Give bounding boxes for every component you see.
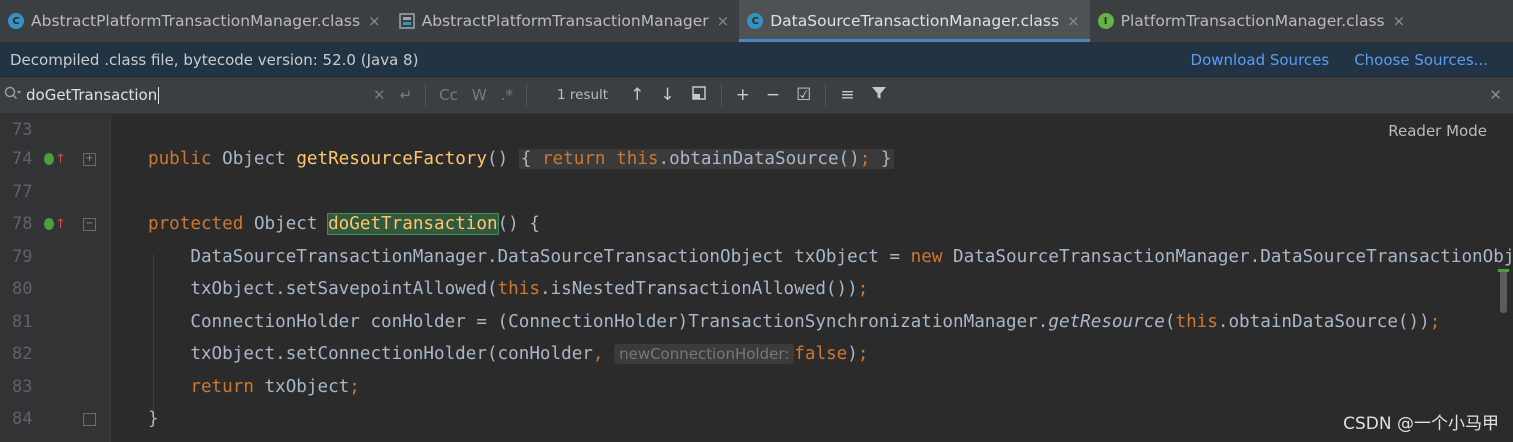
open-in-window-icon[interactable]: [691, 85, 707, 106]
code-text: public Object getResourceFactory() { ret…: [148, 149, 894, 169]
clear-search-icon[interactable]: ✕: [373, 86, 386, 104]
vertical-scrollbar[interactable]: [1500, 269, 1507, 313]
line-number: 74: [12, 149, 33, 169]
match-case-toggle[interactable]: Cc: [439, 86, 458, 104]
code-line: 73: [0, 114, 1513, 146]
close-search-icon[interactable]: ✕: [1489, 86, 1502, 104]
tab-label: AbstractPlatformTransactionManager.class: [31, 12, 361, 30]
search-query-text: doGetTransaction: [26, 86, 158, 104]
filter-icon[interactable]: [871, 85, 887, 106]
tab-label: DataSourceTransactionManager.class: [770, 12, 1060, 30]
code-line: 74 ↑ + public Object getResourceFactory(…: [0, 143, 1513, 175]
code-line: 77: [0, 176, 1513, 208]
search-in-selection-icon[interactable]: ≡: [840, 85, 854, 105]
code-line: 82 txObject.setConnectionHolder(conHolde…: [0, 338, 1513, 370]
line-number: 73: [12, 120, 33, 140]
code-line: 81 ConnectionHolder conHolder = (Connect…: [0, 306, 1513, 338]
decompiled-banner: Decompiled .class file, bytecode version…: [0, 43, 1513, 77]
line-number: 83: [12, 377, 33, 397]
tab-abstract-platform-transaction-manager[interactable]: AbstractPlatformTransactionManager ×: [391, 0, 740, 42]
line-number: 81: [12, 312, 33, 332]
interface-icon: I: [1097, 13, 1114, 29]
separator: [425, 84, 427, 106]
tab-platform-transaction-manager-class[interactable]: I PlatformTransactionManager.class ×: [1090, 0, 1416, 42]
line-number: 82: [12, 344, 33, 364]
expand-fold-icon[interactable]: +: [83, 152, 96, 166]
code-text: txObject.setConnectionHolder(conHolder, …: [148, 344, 869, 364]
code-line: 84 }: [0, 403, 1513, 435]
find-bar: doGetTransaction ✕ ↵ Cc W .* 1 result ↑ …: [0, 77, 1513, 114]
tab-label: PlatformTransactionManager.class: [1120, 12, 1385, 30]
text-caret: [158, 87, 160, 104]
line-number: 80: [12, 279, 33, 299]
collapse-fold-end-icon[interactable]: [83, 412, 96, 426]
implements-marker-icon[interactable]: ↑: [44, 215, 66, 233]
collapse-fold-icon[interactable]: −: [83, 217, 96, 231]
separator: [825, 84, 827, 106]
line-number: 78: [12, 214, 33, 234]
implements-marker-icon[interactable]: ↑: [44, 150, 66, 168]
next-occurrence-icon[interactable]: ↓: [660, 85, 674, 105]
code-line: 80 txObject.setSavepointAllowed(this.isN…: [0, 273, 1513, 305]
watermark-text: CSDN @一个小马甲: [1343, 414, 1499, 434]
choose-sources-link[interactable]: Choose Sources...: [1354, 51, 1488, 69]
line-number: 84: [12, 409, 33, 429]
search-result-count: 1 result: [557, 87, 609, 103]
line-number: 77: [12, 182, 33, 202]
words-toggle[interactable]: W: [472, 86, 487, 104]
code-line: 78 ↑ − protected Object doGetTransaction…: [0, 208, 1513, 240]
add-selection-icon[interactable]: +: [736, 85, 750, 105]
new-line-icon[interactable]: ↵: [400, 86, 413, 104]
remove-selection-icon[interactable]: −: [766, 85, 780, 105]
close-icon[interactable]: ×: [1067, 12, 1080, 30]
download-sources-link[interactable]: Download Sources: [1191, 51, 1330, 69]
previous-occurrence-icon[interactable]: ↑: [630, 85, 644, 105]
search-result-scroll-marker: [1498, 269, 1509, 272]
search-input[interactable]: doGetTransaction: [26, 86, 366, 104]
code-text: return txObject;: [190, 377, 360, 397]
code-line: 79 DataSourceTransactionManager.DataSour…: [0, 241, 1513, 273]
code-text: DataSourceTransactionManager.DataSourceT…: [148, 247, 1513, 267]
parameter-hint: newConnectionHolder:: [614, 344, 795, 364]
tab-abstract-platform-transaction-manager-class[interactable]: C AbstractPlatformTransactionManager.cla…: [0, 0, 391, 42]
editor-tab-bar: C AbstractPlatformTransactionManager.cla…: [0, 0, 1513, 43]
code-text: }: [148, 409, 159, 429]
class-icon: C: [8, 13, 24, 29]
close-icon[interactable]: ×: [1393, 12, 1406, 30]
code-editor[interactable]: Reader Mode 73 74 ↑ + public Object getR…: [0, 114, 1513, 442]
code-text: txObject.setSavepointAllowed(this.isNest…: [148, 279, 869, 299]
separator: [526, 84, 528, 106]
code-text: ConnectionHolder conHolder = (Connection…: [148, 312, 1441, 332]
search-match-highlight: doGetTransaction: [327, 213, 499, 235]
close-icon[interactable]: ×: [368, 12, 381, 30]
class-icon: C: [747, 13, 764, 29]
code-text: protected Object doGetTransaction() {: [148, 213, 540, 235]
banner-text: Decompiled .class file, bytecode version…: [10, 50, 419, 69]
search-icon[interactable]: [4, 86, 26, 104]
line-number: 79: [12, 247, 33, 267]
tab-label: AbstractPlatformTransactionManager: [421, 12, 709, 30]
tab-datasource-transaction-manager-class[interactable]: C DataSourceTransactionManager.class ×: [739, 0, 1091, 42]
code-line: 83 return txObject;: [0, 371, 1513, 403]
structure-icon: [398, 13, 415, 29]
close-icon[interactable]: ×: [717, 12, 730, 30]
regex-toggle[interactable]: .*: [501, 86, 513, 104]
separator: [720, 84, 722, 106]
select-all-occurrences-icon[interactable]: ☑: [796, 85, 811, 105]
